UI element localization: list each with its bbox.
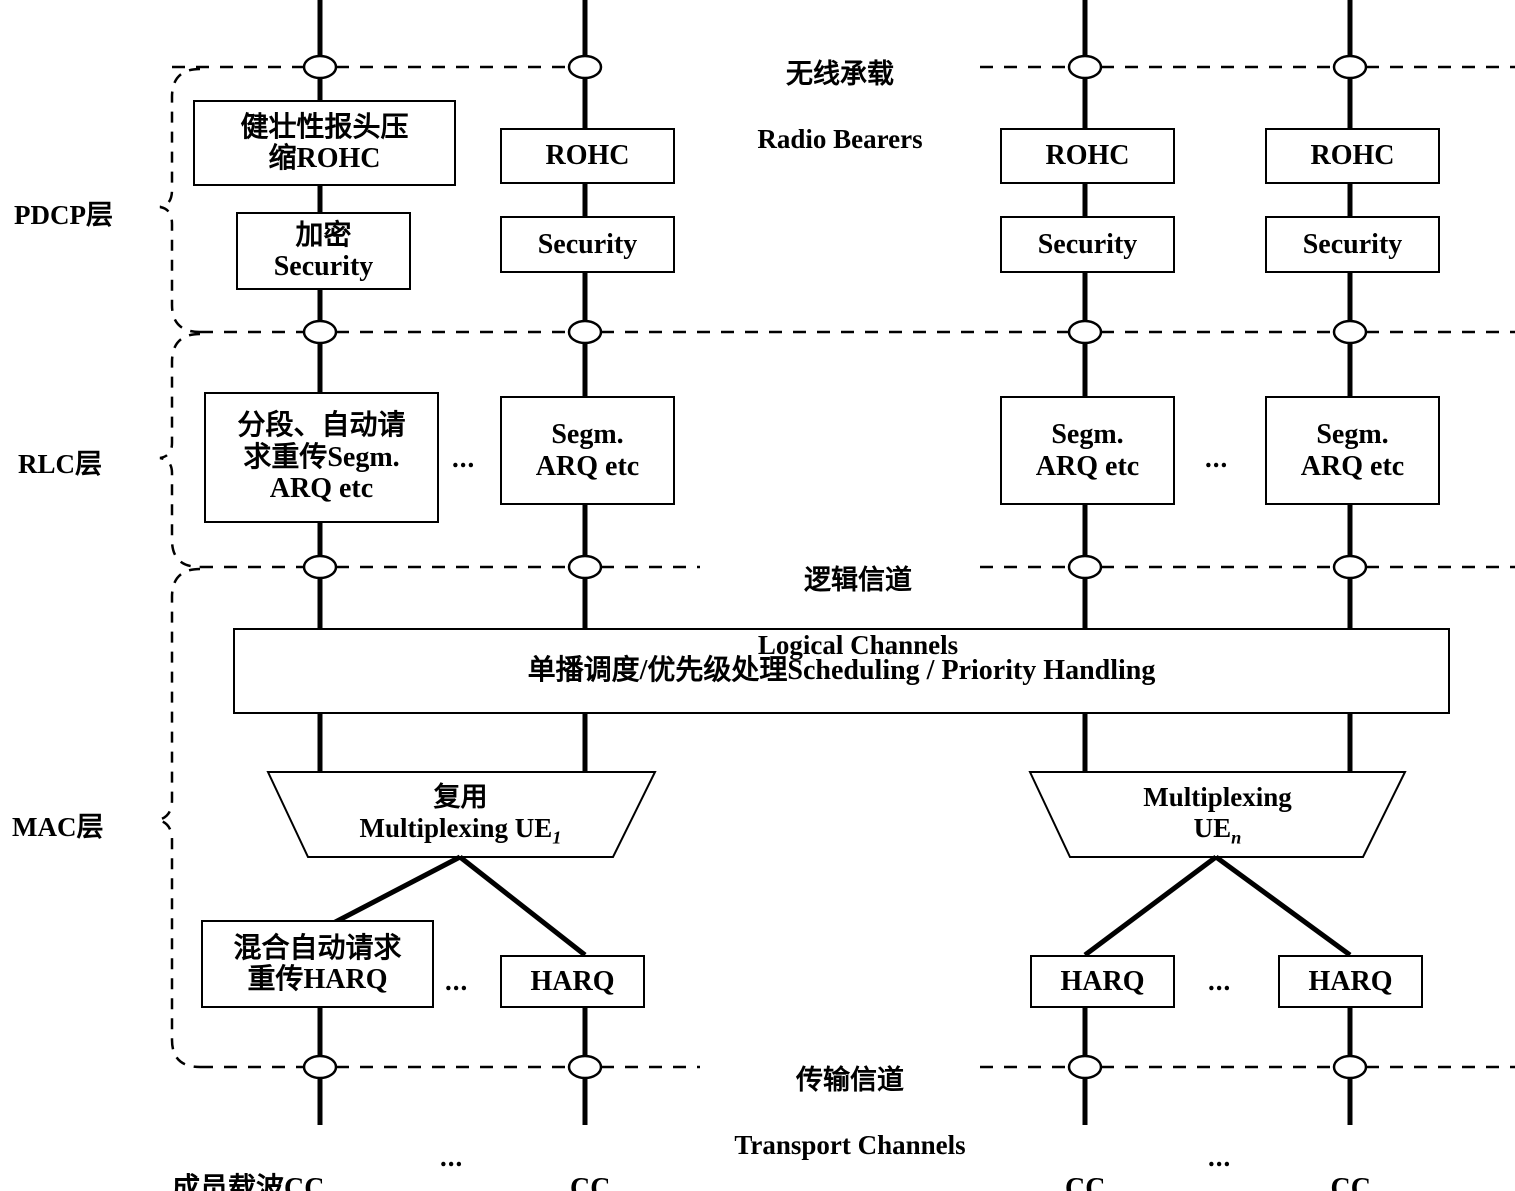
- mux-ue1-label: 复用 Multiplexing UE1: [288, 778, 633, 853]
- carrier-label-right-last: CCy: [1300, 1138, 1410, 1191]
- sap-tc-c3: [1067, 1054, 1103, 1080]
- pdcp-security-box-left[interactable]: 加密 Security: [236, 212, 411, 290]
- rlc-segm-box-3[interactable]: Segm. ARQ etc: [1000, 396, 1175, 505]
- carrier-label-left-first: 成员载波CC1: [172, 1138, 472, 1191]
- pdcp-security-box-2[interactable]: Security: [500, 216, 675, 273]
- sap-pdcp-c3: [1067, 319, 1103, 345]
- mux-uen-label: Multiplexing UEn: [1050, 778, 1385, 853]
- conn-ue1-harqx: [458, 855, 587, 957]
- carrier-label-left-first-sub: 1: [324, 1187, 334, 1191]
- sap-tc-c1: [302, 1054, 338, 1080]
- pdcp-rohc-box-3[interactable]: ROHC: [1000, 128, 1175, 184]
- carrier-label-left-last-text: CC: [570, 1172, 611, 1191]
- rlc-segm-box-2[interactable]: Segm. ARQ etc: [500, 396, 675, 505]
- carrier-label-right-first: CC1: [1035, 1138, 1145, 1191]
- mux-uen-subscript: n: [1231, 827, 1242, 848]
- boundary-transport-channels-en: Transport Channels: [734, 1130, 966, 1161]
- boundary-logical-channels: 逻辑信道 Logical Channels: [708, 532, 1008, 694]
- layer-label-mac: MAC层: [12, 812, 104, 842]
- sap-tc-c2: [567, 1054, 603, 1080]
- boundary-logical-channels-zh: 逻辑信道: [804, 565, 912, 596]
- conn-uen-harqy: [1214, 854, 1352, 958]
- mux-harq-connectors: [318, 854, 1352, 958]
- sap-rb-c3: [1067, 54, 1103, 80]
- rlc-ellipsis-right: ...: [1205, 443, 1229, 473]
- carrier-label-right-first-text: CC: [1065, 1172, 1106, 1191]
- mac-harq-box-left[interactable]: 混合自动请求 重传HARQ: [201, 920, 434, 1008]
- boundary-radio-bearers-en: Radio Bearers: [757, 124, 923, 155]
- conn-uen-harq1: [1083, 854, 1218, 958]
- mux-uen-text: Multiplexing UE: [1143, 782, 1292, 844]
- pdcp-rohc-box-2[interactable]: ROHC: [500, 128, 675, 184]
- brace-rlc: [159, 332, 201, 569]
- harq-ellipsis-left: ...: [445, 966, 469, 996]
- rlc-segm-box-4[interactable]: Segm. ARQ etc: [1265, 396, 1440, 505]
- pdcp-security-box-3[interactable]: Security: [1000, 216, 1175, 273]
- mac-harq-box-4[interactable]: HARQ: [1278, 955, 1423, 1008]
- sap-lc-c1: [302, 554, 338, 580]
- carrier-label-left-last: CCx: [540, 1138, 650, 1191]
- boundary-transport-channels-zh: 传输信道: [796, 1065, 904, 1096]
- sap-pdcp-c4: [1332, 319, 1368, 345]
- mux-ue1-subscript: 1: [552, 827, 562, 848]
- boundary-radio-bearers-zh: 无线承载: [786, 59, 894, 90]
- mac-harq-box-3[interactable]: HARQ: [1030, 955, 1175, 1008]
- diagram-canvas: 健壮性报头压 缩ROHC 加密 Security ROHC Security R…: [0, 0, 1515, 1191]
- carrier-label-right-last-sub: y: [1371, 1187, 1379, 1191]
- layer-label-rlc: RLC层: [18, 449, 103, 479]
- carrier-label-right-first-sub: 1: [1105, 1187, 1115, 1191]
- sap-tc-c4: [1332, 1054, 1368, 1080]
- mac-harq-box-2[interactable]: HARQ: [500, 955, 645, 1008]
- pdcp-rohc-box-4[interactable]: ROHC: [1265, 128, 1440, 184]
- boundary-radio-bearers: 无线承载 Radio Bearers: [690, 26, 990, 188]
- carrier-ellipsis-right: ...: [1208, 1142, 1232, 1172]
- rlc-segm-box-left[interactable]: 分段、自动请 求重传Segm. ARQ etc: [204, 392, 439, 523]
- layer-braces: [157, 67, 201, 1069]
- sap-pdcp-c2: [567, 319, 603, 345]
- brace-mac: [157, 567, 201, 1069]
- boundary-logical-channels-en: Logical Channels: [757, 630, 959, 661]
- carrier-label-left-first-text: 成员载波CC: [172, 1172, 325, 1191]
- sap-lc-c4: [1332, 554, 1368, 580]
- rlc-ellipsis-left: ...: [452, 443, 476, 473]
- layer-label-pdcp: PDCP层: [14, 200, 113, 230]
- sap-lc-c2: [567, 554, 603, 580]
- sap-rb-c2: [567, 54, 603, 80]
- harq-ellipsis-right: ...: [1208, 966, 1232, 996]
- sap-pdcp-c1: [302, 319, 338, 345]
- sap-rb-c4: [1332, 54, 1368, 80]
- pdcp-security-box-4[interactable]: Security: [1265, 216, 1440, 273]
- sap-lc-c3: [1067, 554, 1103, 580]
- carrier-label-right-last-text: CC: [1330, 1172, 1371, 1191]
- boundary-transport-channels: 传输信道 Transport Channels: [700, 1032, 1000, 1191]
- sap-rb-c1: [302, 54, 338, 80]
- mux-ue1-text: 复用 Multiplexing UE: [359, 782, 553, 844]
- pdcp-rohc-box-left[interactable]: 健壮性报头压 缩ROHC: [193, 100, 456, 186]
- carrier-label-left-last-sub: x: [610, 1187, 620, 1191]
